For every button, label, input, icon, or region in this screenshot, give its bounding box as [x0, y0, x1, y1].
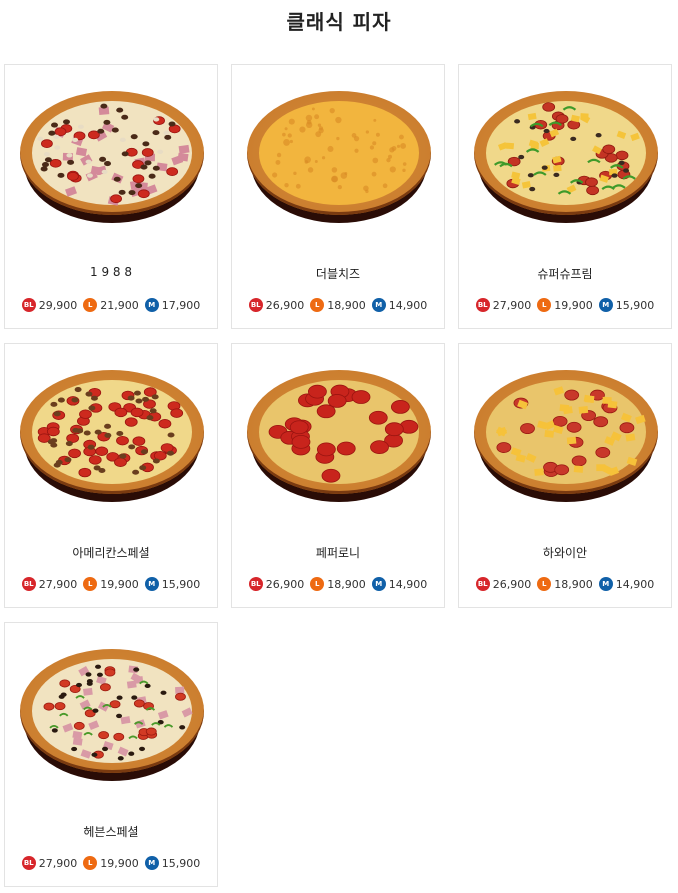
- price-m: M 15,900: [598, 298, 655, 312]
- size-m-badge-icon: M: [144, 856, 159, 870]
- price-l: L 19,900: [83, 856, 139, 870]
- pizza-crust: [247, 91, 431, 215]
- price-m: M 15,900: [144, 577, 201, 591]
- price-bl-value: 26,900: [492, 577, 532, 591]
- pizza-image[interactable]: [20, 81, 204, 231]
- price-bl: BL 26,900: [248, 298, 305, 312]
- price-row: BL 27,900 L 19,900 M 15,900: [459, 298, 671, 312]
- size-bl-badge-icon: BL: [21, 298, 36, 312]
- price-m-value: 14,900: [388, 577, 428, 591]
- pizza-image[interactable]: [474, 81, 658, 231]
- size-l-badge-icon: L: [83, 298, 98, 312]
- price-bl-value: 26,900: [265, 298, 305, 312]
- price-row: BL 26,900 L 18,900 M 14,900: [232, 298, 444, 312]
- pizza-card[interactable]: 헤븐스페셜 BL 27,900 L 19,900 M 15,900: [4, 622, 218, 887]
- size-m-badge-icon: M: [144, 298, 159, 312]
- price-l: L 19,900: [83, 577, 139, 591]
- pizza-crust: [20, 649, 204, 773]
- price-row: BL 29,900 L 21,900 M 17,900: [5, 298, 217, 312]
- size-l-badge-icon: L: [310, 298, 325, 312]
- price-row: BL 27,900 L 19,900 M 15,900: [5, 856, 217, 870]
- pizza-crust: [474, 91, 658, 215]
- price-bl: BL 27,900: [475, 298, 532, 312]
- pizza-image[interactable]: [20, 639, 204, 789]
- size-l-badge-icon: L: [83, 856, 98, 870]
- price-l-value: 19,900: [100, 577, 139, 591]
- size-l-badge-icon: L: [537, 298, 552, 312]
- price-bl: BL 29,900: [21, 298, 78, 312]
- price-row: BL 26,900 L 18,900 M 14,900: [232, 577, 444, 591]
- page-title: 클래식 피자: [286, 10, 392, 34]
- pizza-card[interactable]: 하와이안 BL 26,900 L 18,900 M 14,900: [458, 343, 672, 608]
- price-l-value: 18,900: [327, 298, 366, 312]
- size-bl-badge-icon: BL: [248, 577, 263, 591]
- price-m: M 14,900: [598, 577, 655, 591]
- pizza-image[interactable]: [20, 360, 204, 510]
- price-m-value: 15,900: [161, 856, 201, 870]
- price-l: L 19,900: [537, 298, 593, 312]
- pizza-card[interactable]: 아메리칸스페셜 BL 27,900 L 19,900 M 15,900: [4, 343, 218, 608]
- price-m-value: 15,900: [615, 298, 655, 312]
- price-bl-value: 27,900: [38, 856, 78, 870]
- pizza-image[interactable]: [247, 360, 431, 510]
- size-m-badge-icon: M: [371, 298, 386, 312]
- size-m-badge-icon: M: [598, 577, 613, 591]
- price-bl: BL 27,900: [21, 856, 78, 870]
- pizza-name[interactable]: 하와이안: [459, 544, 671, 561]
- pizza-image[interactable]: [247, 81, 431, 231]
- price-m-value: 17,900: [161, 298, 201, 312]
- size-m-badge-icon: M: [144, 577, 159, 591]
- price-m-value: 14,900: [388, 298, 428, 312]
- price-bl: BL 27,900: [21, 577, 78, 591]
- size-m-badge-icon: M: [371, 577, 386, 591]
- pizza-card[interactable]: 1 9 8 8 BL 29,900 L 21,900 M 17,900: [4, 64, 218, 329]
- size-l-badge-icon: L: [310, 577, 325, 591]
- price-bl-value: 27,900: [492, 298, 532, 312]
- price-row: BL 26,900 L 18,900 M 14,900: [459, 577, 671, 591]
- price-bl-value: 26,900: [265, 577, 305, 591]
- price-bl: BL 26,900: [475, 577, 532, 591]
- size-bl-badge-icon: BL: [475, 577, 490, 591]
- price-l: L 18,900: [310, 298, 366, 312]
- pizza-crust: [247, 370, 431, 494]
- price-m: M 15,900: [144, 856, 201, 870]
- size-l-badge-icon: L: [537, 577, 552, 591]
- size-bl-badge-icon: BL: [475, 298, 490, 312]
- price-m: M 17,900: [144, 298, 201, 312]
- price-l: L 21,900: [83, 298, 139, 312]
- price-l-value: 19,900: [554, 298, 593, 312]
- pizza-name[interactable]: 헤븐스페셜: [5, 823, 217, 840]
- pizza-name[interactable]: 슈퍼슈프림: [459, 265, 671, 282]
- price-row: BL 27,900 L 19,900 M 15,900: [5, 577, 217, 591]
- price-l-value: 18,900: [554, 577, 593, 591]
- pizza-name[interactable]: 더블치즈: [232, 265, 444, 282]
- pizza-name[interactable]: 아메리칸스페셜: [5, 544, 217, 561]
- pizza-crust: [20, 91, 204, 215]
- price-m-value: 15,900: [161, 577, 201, 591]
- size-bl-badge-icon: BL: [248, 298, 263, 312]
- price-m: M 14,900: [371, 577, 428, 591]
- price-l: L 18,900: [310, 577, 366, 591]
- price-l-value: 21,900: [100, 298, 139, 312]
- price-bl-value: 29,900: [38, 298, 78, 312]
- size-bl-badge-icon: BL: [21, 577, 36, 591]
- size-m-badge-icon: M: [598, 298, 613, 312]
- price-bl-value: 27,900: [38, 577, 78, 591]
- price-l: L 18,900: [537, 577, 593, 591]
- pizza-card[interactable]: 더블치즈 BL 26,900 L 18,900 M 14,900: [231, 64, 445, 329]
- pizza-crust: [474, 370, 658, 494]
- pizza-card[interactable]: 슈퍼슈프림 BL 27,900 L 19,900 M 15,900: [458, 64, 672, 329]
- price-l-value: 18,900: [327, 577, 366, 591]
- pizza-image[interactable]: [474, 360, 658, 510]
- price-m: M 14,900: [371, 298, 428, 312]
- pizza-name[interactable]: 1 9 8 8: [5, 265, 217, 279]
- pizza-name[interactable]: 페퍼로니: [232, 544, 444, 561]
- price-bl: BL 26,900: [248, 577, 305, 591]
- size-l-badge-icon: L: [83, 577, 98, 591]
- price-l-value: 19,900: [100, 856, 139, 870]
- size-bl-badge-icon: BL: [21, 856, 36, 870]
- pizza-crust: [20, 370, 204, 494]
- pizza-card[interactable]: 페퍼로니 BL 26,900 L 18,900 M 14,900: [231, 343, 445, 608]
- price-m-value: 14,900: [615, 577, 655, 591]
